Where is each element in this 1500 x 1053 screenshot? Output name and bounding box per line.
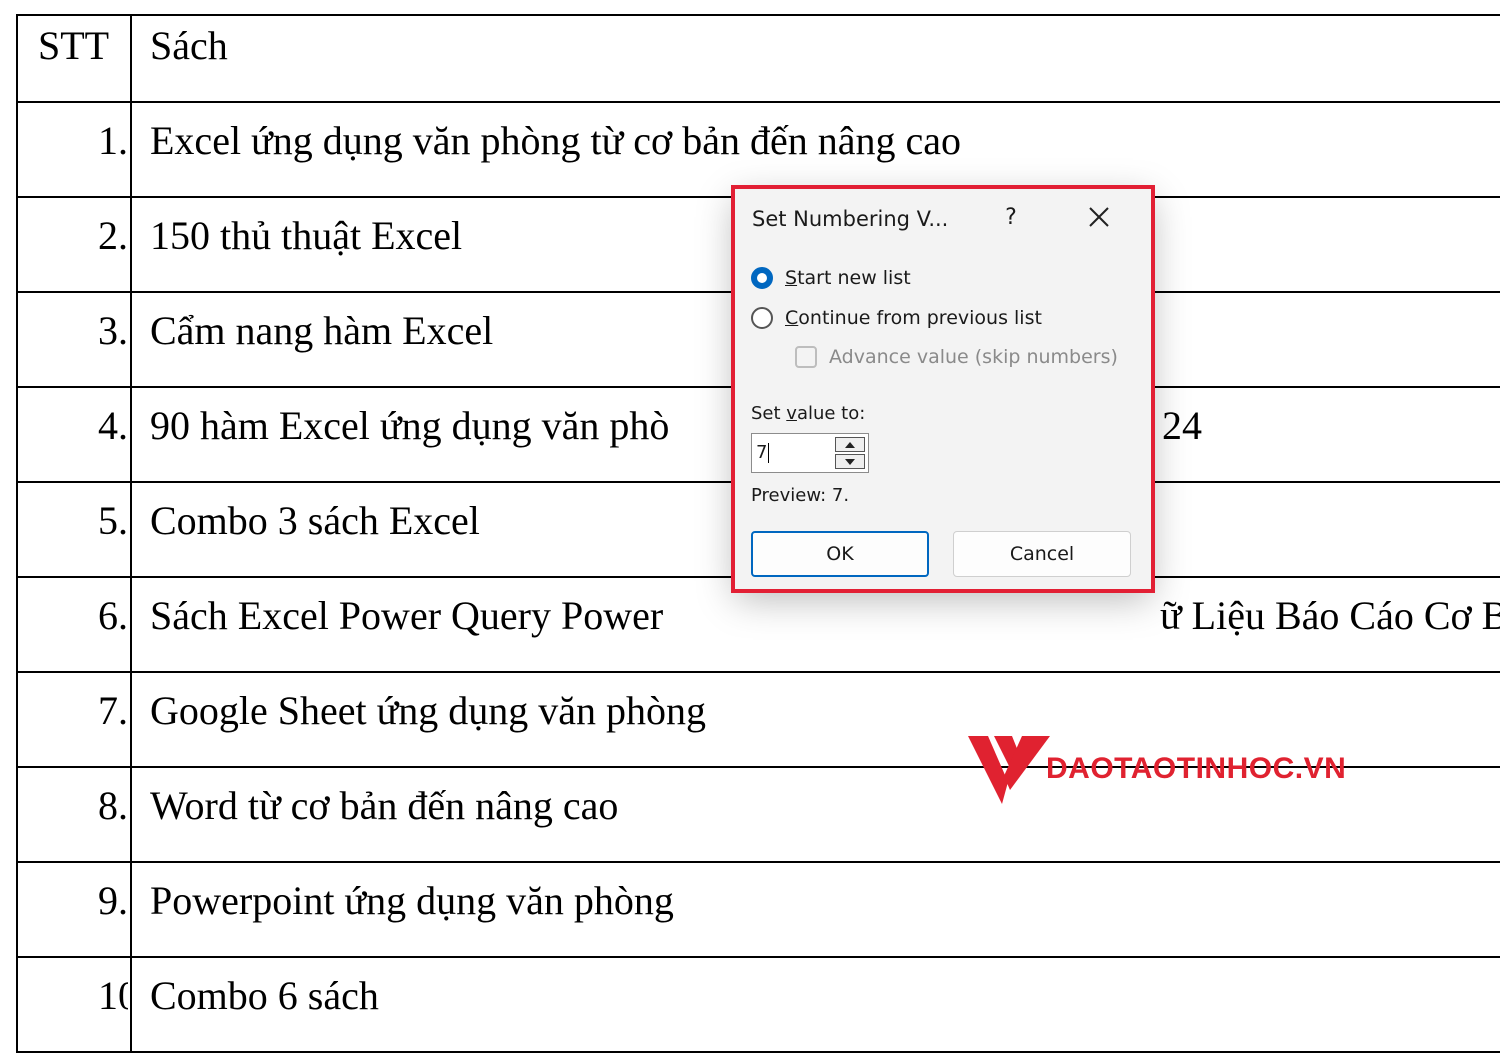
row-title-visible: 90 hàm Excel ứng dụng văn phò [150, 403, 670, 448]
row-number[interactable]: 4. [16, 386, 132, 483]
table-row: 10 Combo 6 sách [16, 956, 1500, 1053]
table-row: 9. Powerpoint ứng dụng văn phòng [16, 861, 1500, 958]
row-number-clipped: 10 [98, 976, 128, 1016]
row-number[interactable]: 8. [16, 766, 132, 863]
row-number[interactable]: 2. [16, 196, 132, 293]
highlight-frame [731, 185, 1155, 593]
row-title-visible: Sách Excel Power Query Power [150, 593, 664, 638]
row-title-tail: ữ Liệu Báo Cáo Cơ B [1160, 593, 1500, 638]
row-number[interactable]: 3. [16, 291, 132, 388]
row-title[interactable]: Combo 6 sách [130, 956, 1500, 1053]
row-number[interactable]: 10 [16, 956, 132, 1053]
column-header-stt: STT [16, 14, 132, 103]
row-title[interactable]: Powerpoint ứng dụng văn phòng [130, 861, 1500, 958]
logo-mark-icon [968, 736, 1050, 804]
row-number[interactable]: 7. [16, 671, 132, 768]
table-header-row: STT Sách [16, 14, 1500, 103]
daotaotinhoc-logo: DAOTAOTINHOC.VN [968, 730, 1418, 806]
row-number[interactable]: 1. [16, 101, 132, 198]
row-number[interactable]: 6. [16, 576, 132, 673]
logo-text: DAOTAOTINHOC.VN [1046, 752, 1347, 785]
column-header-sach: Sách [130, 14, 1500, 103]
row-number[interactable]: 9. [16, 861, 132, 958]
table-row: 1. Excel ứng dụng văn phòng từ cơ bản đế… [16, 101, 1500, 198]
row-title-tail: 24 [1162, 403, 1202, 448]
row-number[interactable]: 5. [16, 481, 132, 578]
row-title[interactable]: Excel ứng dụng văn phòng từ cơ bản đến n… [130, 101, 1500, 198]
